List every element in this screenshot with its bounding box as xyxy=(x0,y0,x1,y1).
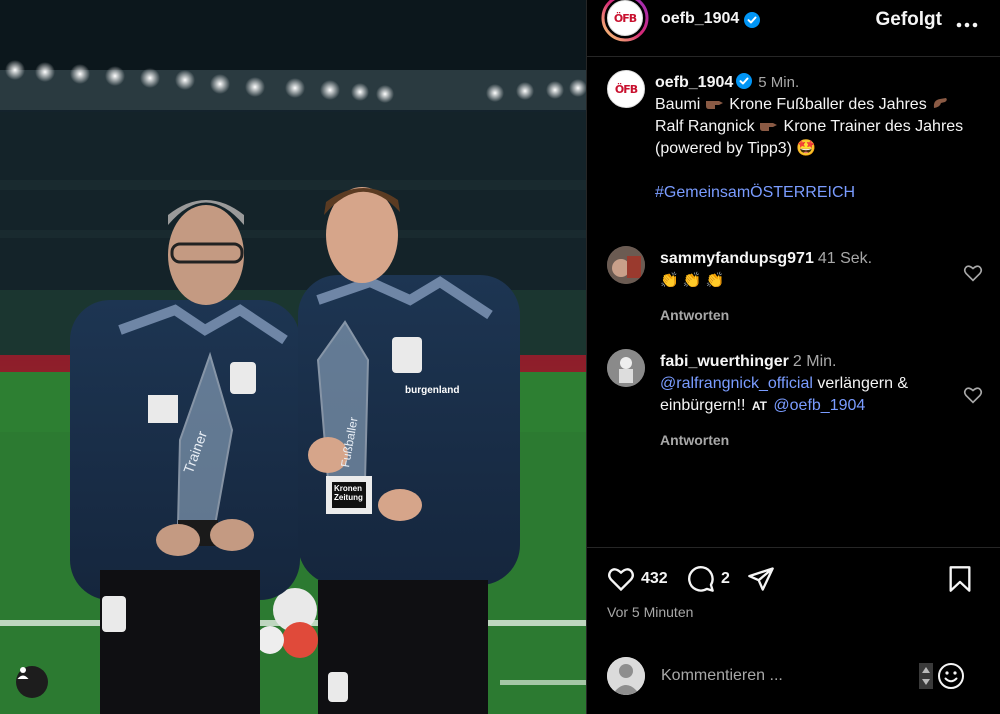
verified-badge-icon xyxy=(744,12,760,28)
star-eyes-emoji: 🤩 xyxy=(796,140,817,157)
commenter-photo-icon xyxy=(607,349,645,387)
comment-input[interactable] xyxy=(661,662,911,690)
country-code: AT xyxy=(751,399,767,413)
comment-username[interactable]: sammyfandupsg971 xyxy=(660,250,814,267)
story-ring-avatar[interactable]: ÖFB xyxy=(601,0,649,42)
post-timestamp: Vor 5 Minuten xyxy=(607,604,694,620)
mention-link[interactable]: @oefb_1904 xyxy=(773,397,865,414)
post-actions: 432 2 Vor 5 Minuten xyxy=(587,548,1000,648)
caption-logo-text: ÖFB xyxy=(614,82,638,96)
commenter-photo-icon xyxy=(607,246,645,284)
reply-button[interactable]: Antworten xyxy=(660,429,960,451)
input-scroll-arrows[interactable] xyxy=(919,663,933,689)
person-icon xyxy=(17,667,29,679)
caption-line1-award: Krone Fußballer des Jahres xyxy=(729,96,927,113)
comment-like-icon[interactable] xyxy=(963,386,983,404)
comment-username[interactable]: fabi_wuerthinger xyxy=(660,353,789,370)
caption-avatar[interactable]: ÖFB xyxy=(607,70,645,108)
post-header: ÖFB oefb_1904 Gefolgt xyxy=(587,0,1000,56)
share-paper-plane-icon[interactable] xyxy=(747,565,775,593)
comment-like-icon[interactable] xyxy=(963,264,983,282)
more-dots-icon xyxy=(956,22,978,28)
comment-item: sammyfandupsg971 41 Sek. 👏 👏 👏 Antworten xyxy=(607,246,987,336)
photo-sponsor-label: burgenland xyxy=(405,385,460,396)
post-image[interactable]: Trainer Fußballer burgenland Kronen Zeit… xyxy=(0,0,586,714)
emoji-picker-icon[interactable] xyxy=(937,662,965,690)
caption-line1-name: Baumi xyxy=(655,96,701,113)
following-button[interactable]: Gefolgt xyxy=(876,9,943,31)
caption-username[interactable]: oefb_1904 xyxy=(655,74,733,91)
caption-time: 5 Min. xyxy=(758,74,800,91)
stadium-photo xyxy=(0,0,586,714)
add-comment-row xyxy=(587,648,1000,714)
tagged-users-button[interactable] xyxy=(16,666,48,698)
comment-item: fabi_wuerthinger 2 Min. @ralfrangnick_off… xyxy=(607,349,987,459)
caption-line2-name: Ralf Rangnick xyxy=(655,118,755,135)
comment-time: 41 Sek. xyxy=(817,250,873,267)
hashtag-link[interactable]: #GemeinsamÖSTERREICH xyxy=(655,184,855,201)
commenter-avatar[interactable] xyxy=(607,349,645,387)
mention-link[interactable]: @ralfrangnick_official xyxy=(660,375,813,392)
caption-verified-icon xyxy=(736,73,753,89)
comment-text: 👏 👏 👏 xyxy=(660,272,725,289)
caption-text: oefb_1904 5 Min. Baumi Krone Fußballer de… xyxy=(655,72,985,204)
like-action: 432 xyxy=(607,564,668,594)
like-count[interactable]: 432 xyxy=(641,570,668,588)
header-username[interactable]: oefb_1904 xyxy=(661,10,739,28)
pointing-hand-icon-2 xyxy=(760,123,778,131)
current-user-avatar xyxy=(607,657,645,695)
post-details-panel: ÖFB oefb_1904 Gefolgt ÖFB oefb_1904 5 Min… xyxy=(586,0,1000,714)
comment-bubble-icon[interactable] xyxy=(687,565,715,593)
heart-icon[interactable] xyxy=(607,566,635,592)
comment-content: sammyfandupsg971 41 Sek. 👏 👏 👏 Antworten xyxy=(660,248,960,326)
comment-count: 2 xyxy=(721,570,730,587)
commenter-avatar[interactable] xyxy=(607,246,645,284)
pointing-hand-icon xyxy=(705,101,723,109)
save-action xyxy=(947,564,973,594)
comment-action: 2 xyxy=(687,564,730,594)
updown-arrow-icon xyxy=(922,667,930,685)
logo-text: ÖFB xyxy=(613,11,637,25)
reply-button[interactable]: Antworten xyxy=(660,304,960,326)
more-options-button[interactable] xyxy=(956,8,978,34)
brand-logo-avatar: ÖFB xyxy=(607,0,643,36)
comment-time: 2 Min. xyxy=(792,353,837,370)
bookmark-icon[interactable] xyxy=(947,565,973,593)
pinching-hand-icon xyxy=(934,98,947,108)
share-action xyxy=(747,564,775,594)
photo-krone-label: Kronen Zeitung xyxy=(334,484,363,502)
header-divider xyxy=(587,56,1000,57)
comment-content: fabi_wuerthinger 2 Min. @ralfrangnick_off… xyxy=(660,351,960,451)
default-avatar-icon xyxy=(607,657,645,695)
